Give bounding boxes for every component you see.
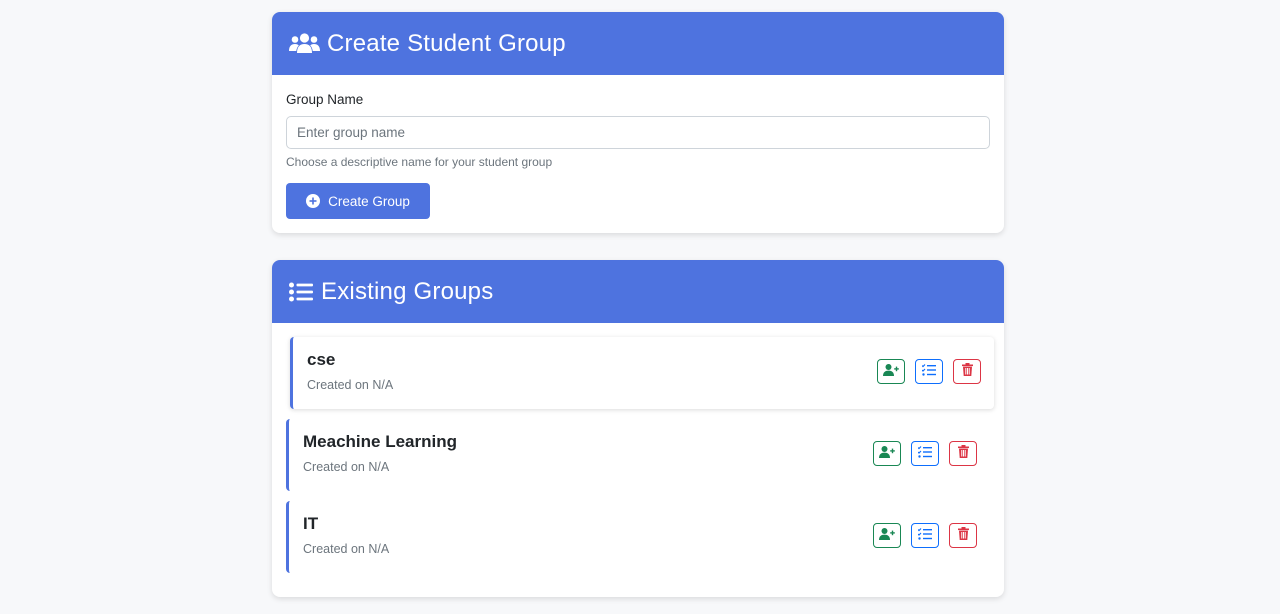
list-check-icon	[921, 363, 936, 381]
existing-groups-header: Existing Groups	[272, 260, 1004, 323]
group-item: IT Created on N/A	[286, 501, 990, 573]
create-group-button[interactable]: Create Group	[286, 183, 430, 219]
trash-icon	[957, 444, 969, 463]
add-member-button[interactable]	[873, 441, 901, 466]
group-name-label: Group Name	[286, 92, 364, 107]
create-group-card: Create Student Group Group Name Choose a…	[272, 12, 1004, 233]
group-name: cse	[307, 350, 336, 369]
group-created-date: Created on N/A	[303, 542, 390, 556]
user-plus-icon	[879, 445, 895, 463]
plus-circle-icon	[306, 194, 321, 208]
delete-group-button[interactable]	[953, 359, 981, 384]
group-name: Meachine Learning	[303, 432, 457, 451]
group-created-date: Created on N/A	[307, 378, 394, 392]
user-plus-icon	[883, 363, 899, 381]
delete-group-button[interactable]	[949, 523, 977, 548]
create-group-title: Create Student Group	[327, 29, 566, 57]
group-created-date: Created on N/A	[303, 460, 390, 474]
group-name: IT	[303, 514, 319, 533]
create-group-header: Create Student Group	[272, 12, 1004, 75]
manage-list-button[interactable]	[915, 359, 943, 384]
users-icon	[289, 31, 321, 57]
existing-groups-title: Existing Groups	[321, 277, 494, 305]
group-name-help: Choose a descriptive name for your stude…	[286, 155, 553, 169]
add-member-button[interactable]	[877, 359, 905, 384]
manage-list-button[interactable]	[911, 441, 939, 466]
add-member-button[interactable]	[873, 523, 901, 548]
group-item: Meachine Learning Created on N/A	[286, 419, 990, 491]
manage-list-button[interactable]	[911, 523, 939, 548]
existing-groups-card: Existing Groups cse Created on N/A Meach…	[272, 260, 1004, 597]
create-group-button-label: Create Group	[328, 193, 410, 209]
delete-group-button[interactable]	[949, 441, 977, 466]
group-name-input[interactable]	[286, 116, 990, 149]
group-item: cse Created on N/A	[290, 337, 994, 409]
list-check-icon	[917, 445, 932, 463]
list-check-icon	[917, 527, 932, 545]
list-icon	[289, 279, 315, 305]
trash-icon	[961, 362, 973, 381]
user-plus-icon	[879, 527, 895, 545]
trash-icon	[957, 526, 969, 545]
